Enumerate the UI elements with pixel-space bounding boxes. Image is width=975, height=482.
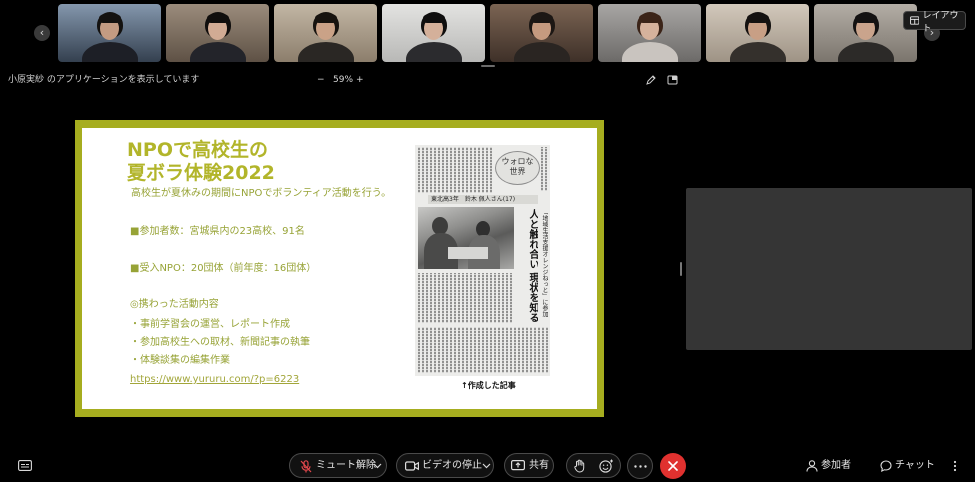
clipping-column-title-2: 世界	[509, 167, 526, 176]
chevron-down-icon[interactable]	[373, 463, 382, 469]
participant-silhouette-fringe	[98, 13, 121, 23]
share-button[interactable]: 共有	[504, 453, 554, 478]
pop-out-icon[interactable]	[667, 74, 679, 86]
zoom-level: 59%	[333, 75, 354, 85]
participant-silhouette-body	[81, 42, 138, 62]
slide-activity-item: ・参加高校生への取材、新聞記事の執筆	[130, 337, 310, 348]
raise-hand-icon[interactable]	[574, 459, 585, 473]
active-speaker-video[interactable]	[686, 188, 972, 350]
participant-strip	[58, 4, 918, 62]
participants-button[interactable]: 参加者	[821, 459, 851, 472]
reactions-group	[566, 453, 621, 478]
clipping-caption: ↑作成した記事	[461, 381, 516, 390]
emoji-reaction-icon[interactable]	[599, 459, 614, 473]
participant-video-tile[interactable]	[490, 4, 593, 62]
participant-silhouette-fringe	[638, 13, 661, 23]
share-screen-icon	[511, 460, 525, 471]
participant-video-tile[interactable]	[706, 4, 809, 62]
participants-icon[interactable]	[806, 460, 818, 472]
participant-silhouette-fringe	[206, 13, 229, 23]
stop-video-button[interactable]: ビデオの停止	[396, 453, 494, 478]
slide-title-line1: NPOで高校生の	[127, 139, 268, 161]
leave-meeting-button[interactable]	[660, 453, 686, 479]
zoom-in-button[interactable]: +	[356, 73, 364, 87]
share-label: 共有	[529, 460, 549, 471]
clipping-body-text	[418, 273, 513, 323]
slide-intro: 高校生が夏休みの期間にNPOでボランティア活動を行う。	[131, 188, 392, 199]
participant-video-tile[interactable]	[814, 4, 917, 62]
stop-video-label: ビデオの停止	[422, 460, 482, 471]
slide-activities-heading: ◎携わった活動内容	[130, 299, 219, 310]
participant-silhouette-fringe	[854, 13, 877, 23]
clipping-photo	[418, 207, 514, 269]
participant-video-tile[interactable]	[58, 4, 161, 62]
more-vertical-icon[interactable]	[953, 460, 957, 472]
slide-participant-count: ■参加者数：宮城県内の23高校、91名	[130, 226, 305, 237]
participant-video-tile[interactable]	[382, 4, 485, 62]
layout-icon	[910, 16, 920, 25]
clipping-byline: 東北高3年 鈴木 佩人さん(17)	[428, 195, 538, 204]
participant-silhouette-body	[729, 42, 786, 62]
chevron-down-icon[interactable]	[482, 463, 491, 469]
clipping-body-text	[541, 147, 549, 191]
video-camera-icon	[405, 461, 419, 471]
newspaper-clipping: ウォロな 世界 東北高3年 鈴木 佩人さん(17) 人と触れ合い 現状を知る 「…	[415, 145, 550, 376]
participant-silhouette-body	[189, 42, 246, 62]
clipping-body-text	[418, 327, 548, 373]
clipping-column-title-1: ウォロな	[501, 157, 534, 166]
layout-label: レイアウト	[922, 10, 959, 34]
annotate-icon[interactable]	[645, 74, 657, 86]
slide-title-line2: 夏ボラ体験2022	[127, 162, 275, 184]
slide-link[interactable]: https://www.yururu.com/?p=6223	[130, 374, 299, 386]
clipping-subhead: 「地域生活支援オレンジねっと」に参加	[541, 209, 548, 317]
participant-silhouette-fringe	[746, 13, 769, 23]
shared-slide: NPOで高校生の 夏ボラ体験2022 高校生が夏休みの期間にNPOでボランティア…	[75, 120, 604, 417]
participant-silhouette-body	[621, 42, 678, 62]
sharing-status-text: 小原実紗 のアプリケーションを表示しています	[8, 75, 200, 85]
participant-silhouette-body	[405, 42, 462, 62]
participant-video-tile[interactable]	[166, 4, 269, 62]
clipping-column-title: ウォロな 世界	[495, 151, 540, 185]
participant-video-tile[interactable]	[274, 4, 377, 62]
chat-icon[interactable]	[880, 460, 892, 472]
clipping-headline: 人と触れ合い 現状を知る	[527, 209, 538, 323]
zoom-out-button[interactable]: −	[317, 73, 325, 87]
slide-activity-item: ・事前学習会の運営、レポート作成	[130, 319, 290, 330]
slide-activity-item: ・体験談集の編集作業	[130, 355, 230, 366]
participant-silhouette-body	[837, 42, 894, 62]
captions-icon[interactable]	[18, 460, 32, 471]
strip-resize-handle[interactable]	[481, 65, 495, 67]
more-horizontal-icon	[634, 465, 647, 468]
participant-silhouette-fringe	[422, 13, 445, 23]
participant-silhouette-fringe	[314, 13, 337, 23]
more-options-button[interactable]	[627, 453, 653, 479]
microphone-muted-icon	[300, 460, 312, 473]
participant-video-tile[interactable]	[598, 4, 701, 62]
close-icon	[668, 461, 678, 471]
layout-button[interactable]: レイアウト	[903, 11, 966, 34]
panel-resize-handle[interactable]	[680, 262, 682, 276]
slide-npo-count: ■受入NPO：20団体（前年度：16団体）	[130, 263, 317, 274]
participant-silhouette-body	[297, 42, 354, 62]
previous-participants-arrow[interactable]: ‹	[34, 25, 50, 41]
chat-button[interactable]: チャット	[895, 459, 935, 472]
participant-silhouette-fringe	[530, 13, 553, 23]
meeting-window: ‹ › レイアウト 小原実紗 のアプリケーションを表示しています − 59% +…	[0, 0, 975, 482]
clipping-body-text	[418, 147, 494, 193]
unmute-button[interactable]: ミュート解除	[289, 453, 387, 478]
unmute-label: ミュート解除	[316, 460, 376, 471]
participant-silhouette-body	[513, 42, 570, 62]
